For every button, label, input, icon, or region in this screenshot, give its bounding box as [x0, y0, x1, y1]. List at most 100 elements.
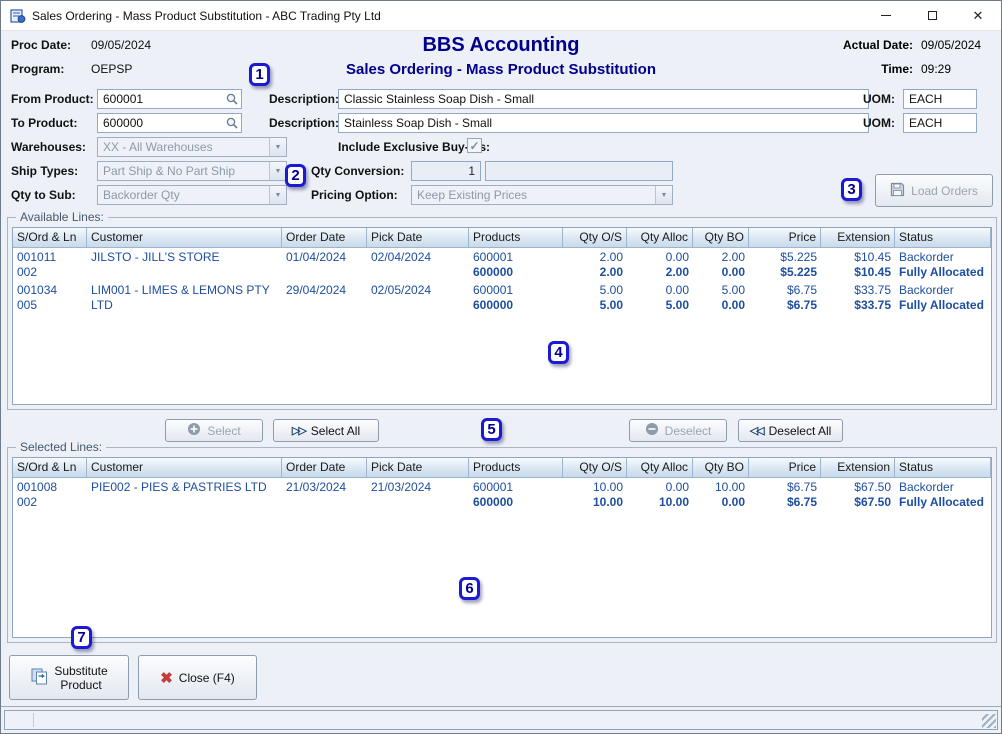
cell-qty_os: 5.00 — [563, 283, 627, 298]
column-header-customer[interactable]: Customer — [87, 458, 282, 478]
deselect-all-button[interactable]: ◁◁ Deselect All — [738, 419, 843, 442]
cell-price: $6.75 — [749, 480, 821, 495]
main-content: Proc Date:09/05/2024 Program:OEPSP BBS A… — [1, 31, 1001, 733]
double-left-arrow-icon: ◁◁ — [750, 424, 763, 437]
substitute-product-button[interactable]: Substitute Product — [9, 655, 129, 700]
cell-qty_os: 2.00 — [563, 265, 627, 280]
column-header-order-date[interactable]: Order Date — [282, 458, 367, 478]
available-lines-group: Available Lines: S/Ord & LnCustomerOrder… — [7, 217, 997, 410]
selected-lines-label: Selected Lines: — [16, 440, 106, 454]
column-header-customer[interactable]: Customer — [87, 228, 282, 248]
cell-qty_alloc: 5.00 — [627, 298, 693, 313]
from-product-input[interactable] — [97, 89, 242, 109]
deselect-all-label: Deselect All — [769, 424, 832, 438]
cell-qty_alloc: 10.00 — [627, 495, 693, 510]
cell-qty_bo: 0.00 — [693, 298, 749, 313]
annotation-badge-1: 1 — [249, 63, 270, 86]
select-all-button[interactable]: ▷▷ Select All — [273, 419, 379, 442]
qty-to-sub-value: Backorder Qty — [98, 188, 269, 202]
cell-qty_bo: 5.00 — [693, 283, 749, 298]
cell-extension: $10.45 — [821, 265, 895, 280]
search-icon[interactable] — [225, 116, 239, 135]
search-icon[interactable] — [225, 92, 239, 111]
to-product-label: To Product: — [11, 116, 77, 130]
qty-conversion-input-2 — [485, 161, 673, 181]
cell-extension: $67.50 — [821, 495, 895, 510]
column-header-qty-bo[interactable]: Qty BO — [693, 458, 749, 478]
column-header-qty-bo[interactable]: Qty BO — [693, 228, 749, 248]
ship-types-combo: Part Ship & No Part Ship ▼ — [97, 161, 287, 181]
column-header-qty-o-s[interactable]: Qty O/S — [563, 228, 627, 248]
cell-products: 600000 — [469, 298, 563, 313]
column-header-price[interactable]: Price — [749, 458, 821, 478]
column-header-pick-date[interactable]: Pick Date — [367, 228, 469, 248]
cell-pick_date: 21/03/2024 — [367, 480, 469, 495]
cell-order_date — [282, 495, 367, 510]
column-header-status[interactable]: Status — [895, 458, 991, 478]
cell-products: 600000 — [469, 265, 563, 280]
chevron-down-icon: ▼ — [269, 162, 286, 180]
cell-qty_bo: 10.00 — [693, 480, 749, 495]
to-uom-input[interactable] — [903, 113, 977, 133]
minimize-icon — [881, 15, 891, 16]
close-f4-label: Close (F4) — [179, 671, 235, 685]
column-header-qty-alloc[interactable]: Qty Alloc — [627, 228, 693, 248]
cell-extension: $10.45 — [821, 250, 895, 265]
column-header-qty-o-s[interactable]: Qty O/S — [563, 458, 627, 478]
annotation-badge-7: 7 — [71, 626, 92, 649]
ship-types-label: Ship Types: — [11, 164, 78, 178]
annotation-badge-3: 3 — [841, 178, 862, 201]
select-label: Select — [207, 424, 240, 438]
qty-conversion-field2-wrap — [485, 161, 673, 181]
column-header-s-ord-ln[interactable]: S/Ord & Ln — [13, 458, 87, 478]
load-orders-label: Load Orders — [911, 184, 978, 198]
substitute-pages-icon — [30, 667, 48, 688]
time-value: 09:29 — [921, 62, 991, 76]
qty-to-sub-combo: Backorder Qty ▼ — [97, 185, 287, 205]
cell-qty_alloc: 0.00 — [627, 480, 693, 495]
cell-status: Backorder — [895, 250, 991, 265]
column-header-s-ord-ln[interactable]: S/Ord & Ln — [13, 228, 87, 248]
cell-ord: 002 — [13, 265, 87, 280]
cell-customer — [87, 495, 282, 510]
to-description-input[interactable] — [338, 113, 869, 133]
cell-order_date — [282, 298, 367, 313]
minimize-button[interactable] — [863, 1, 909, 30]
cell-price: $6.75 — [749, 283, 821, 298]
column-header-qty-alloc[interactable]: Qty Alloc — [627, 458, 693, 478]
to-product-field-wrap — [97, 113, 242, 133]
cell-pick_date — [367, 298, 469, 313]
from-uom-input[interactable] — [903, 89, 977, 109]
red-x-icon: ✖ — [160, 669, 173, 687]
from-uom-label: UOM: — [863, 92, 895, 106]
grid-row[interactable]: 001034LIM001 - LIMES & LEMONS PTY29/04/2… — [13, 281, 991, 314]
warehouses-value: XX - All Warehouses — [98, 140, 269, 154]
column-header-extension[interactable]: Extension — [821, 228, 895, 248]
column-header-order-date[interactable]: Order Date — [282, 228, 367, 248]
from-product-field-wrap — [97, 89, 242, 109]
from-description-input[interactable] — [338, 89, 869, 109]
actual-date-value: 09/05/2024 — [921, 38, 991, 52]
cell-products: 600001 — [469, 283, 563, 298]
column-header-pick-date[interactable]: Pick Date — [367, 458, 469, 478]
column-header-extension[interactable]: Extension — [821, 458, 895, 478]
annotation-badge-4: 4 — [548, 341, 569, 364]
cell-products: 600001 — [469, 250, 563, 265]
grid-row[interactable]: 001011JILSTO - JILL'S STORE01/04/202402/… — [13, 248, 991, 281]
available-grid-header: S/Ord & LnCustomerOrder DatePick DatePro… — [13, 228, 991, 248]
titlebar: Sales Ordering - Mass Product Substituti… — [1, 1, 1001, 31]
from-product-label: From Product: — [11, 92, 94, 106]
cell-customer: PIE002 - PIES & PASTRIES LTD — [87, 480, 282, 495]
column-header-products[interactable]: Products — [469, 458, 563, 478]
column-header-status[interactable]: Status — [895, 228, 991, 248]
column-header-price[interactable]: Price — [749, 228, 821, 248]
chevron-down-icon: ▼ — [269, 186, 286, 204]
to-product-input[interactable] — [97, 113, 242, 133]
close-button[interactable]: ✕ — [955, 1, 1001, 30]
resize-grip[interactable] — [982, 714, 996, 728]
double-right-arrow-icon: ▷▷ — [292, 424, 305, 437]
column-header-products[interactable]: Products — [469, 228, 563, 248]
grid-row[interactable]: 001008PIE002 - PIES & PASTRIES LTD21/03/… — [13, 478, 991, 511]
maximize-button[interactable] — [909, 1, 955, 30]
close-f4-button[interactable]: ✖ Close (F4) — [138, 655, 257, 700]
